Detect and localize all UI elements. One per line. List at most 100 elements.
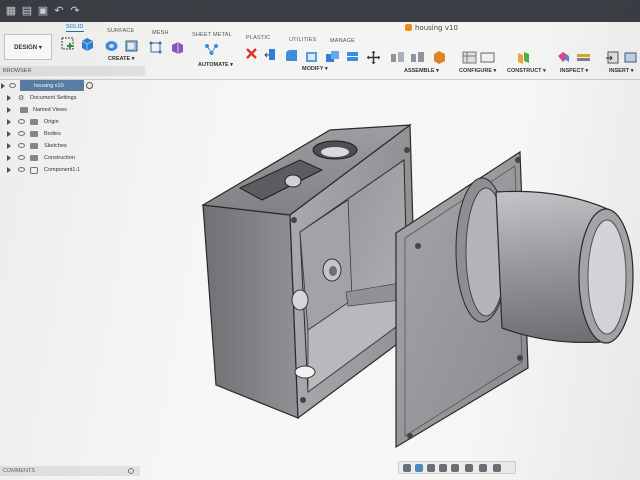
browser-root-row[interactable]: housing v10 <box>0 80 145 92</box>
tab-solid[interactable]: SOLID <box>66 24 84 32</box>
expand-icon[interactable] <box>7 107 11 113</box>
file-icon[interactable]: ▤ <box>20 4 34 18</box>
visibility-eye-icon[interactable] <box>18 155 25 160</box>
expand-icon[interactable] <box>7 119 11 125</box>
fit-icon[interactable] <box>451 464 459 472</box>
expand-icon[interactable] <box>7 131 11 137</box>
expand-icon[interactable] <box>7 167 11 173</box>
shell-icon[interactable] <box>304 49 319 64</box>
look-at-icon[interactable] <box>415 464 423 472</box>
component-icon <box>30 167 38 174</box>
save-icon[interactable]: ▣ <box>36 4 50 18</box>
group-insert[interactable]: INSERT ▾ <box>609 68 633 74</box>
tab-sheet-metal[interactable]: SHEET METAL <box>192 32 232 38</box>
browser-item-named-views[interactable]: Named Views <box>0 104 145 116</box>
insert-mesh-icon[interactable] <box>623 50 638 65</box>
visibility-eye-icon[interactable] <box>18 143 25 148</box>
offset-plane-icon[interactable] <box>517 50 532 65</box>
expand-icon[interactable] <box>1 83 5 89</box>
folder-icon <box>20 107 28 113</box>
tab-surface[interactable]: SURFACE <box>107 28 134 34</box>
pan-icon[interactable] <box>427 464 435 472</box>
split-body-icon[interactable] <box>345 49 360 64</box>
tab-utilities[interactable]: UTILITIES <box>289 37 316 43</box>
comments-panel[interactable]: COMMENTS <box>0 466 140 476</box>
group-modify-label: MODIFY <box>302 66 324 72</box>
activate-radio-icon[interactable] <box>86 82 93 89</box>
document-tab-title: housing v10 <box>415 24 458 32</box>
new-component-icon[interactable] <box>432 49 447 64</box>
display-settings-icon[interactable] <box>465 464 473 472</box>
visibility-eye-icon[interactable] <box>9 83 16 88</box>
housing-body[interactable] <box>201 123 417 420</box>
group-assemble-label: ASSEMBLE <box>404 68 435 74</box>
expand-icon[interactable] <box>7 95 11 101</box>
delete-icon[interactable] <box>244 46 259 61</box>
browser-item-label: Bodies <box>44 131 61 137</box>
orbit-icon[interactable] <box>403 464 411 472</box>
mesh-icon[interactable] <box>148 40 163 55</box>
group-construct[interactable]: CONSTRUCT ▾ <box>507 68 546 74</box>
configure-icon[interactable] <box>462 50 477 65</box>
expand-icon[interactable] <box>7 155 11 161</box>
group-automate[interactable]: AUTOMATE ▾ <box>198 62 233 68</box>
browser-item-bodies[interactable]: Bodies <box>0 128 145 140</box>
group-assemble[interactable]: ASSEMBLE ▾ <box>404 68 439 74</box>
group-modify[interactable]: MODIFY ▾ <box>302 66 328 72</box>
press-pull-icon[interactable] <box>264 47 279 62</box>
expand-icon[interactable] <box>7 143 11 149</box>
joint-icon[interactable] <box>390 50 405 65</box>
combine-icon[interactable] <box>325 49 340 64</box>
automate-icon[interactable] <box>204 42 219 57</box>
insert-derive-icon[interactable] <box>605 50 620 65</box>
workspace-switcher[interactable]: DESIGN ▾ <box>4 34 52 60</box>
root-component-label: housing v10 <box>34 83 64 89</box>
parameters-icon[interactable] <box>480 50 495 65</box>
tab-mesh[interactable]: MESH <box>152 30 169 36</box>
move-icon[interactable] <box>366 50 381 65</box>
folder-icon <box>30 119 38 125</box>
browser-item-construction[interactable]: Construction <box>0 152 145 164</box>
visibility-eye-icon[interactable] <box>18 119 25 124</box>
workspace-label: DESIGN <box>14 45 38 51</box>
browser-item-origin[interactable]: Origin <box>0 116 145 128</box>
visibility-eye-icon[interactable] <box>18 167 25 172</box>
add-comment-icon[interactable] <box>128 468 134 474</box>
folder-icon <box>30 143 38 149</box>
group-inspect[interactable]: INSPECT ▾ <box>560 68 588 74</box>
browser-item-sketches[interactable]: Sketches <box>0 140 145 152</box>
browser-item-label: Sketches <box>44 143 67 149</box>
visibility-eye-icon[interactable] <box>18 131 25 136</box>
folder-icon <box>30 155 38 161</box>
group-create[interactable]: CREATE ▾ <box>108 56 135 62</box>
browser-tree: housing v10 ⚙ Document Settings Named Vi… <box>0 80 145 176</box>
grid-icon[interactable]: ▦ <box>4 4 18 18</box>
document-tab[interactable]: housing v10 <box>405 24 458 32</box>
box-icon[interactable] <box>124 38 139 53</box>
browser-item-label: Document Settings <box>30 95 77 101</box>
browser-root[interactable]: housing v10 <box>20 80 84 91</box>
browser-title: BROWSER <box>3 68 32 74</box>
browser-item-document-settings[interactable]: ⚙ Document Settings <box>0 92 145 104</box>
browser-item-component[interactable]: Component1:1 <box>0 164 145 176</box>
section-analysis-icon[interactable] <box>576 50 591 65</box>
undo-icon[interactable]: ↶ <box>52 4 66 18</box>
new-sketch-icon[interactable] <box>60 36 75 51</box>
grid-settings-icon[interactable] <box>479 464 487 472</box>
fillet-icon[interactable] <box>284 48 299 63</box>
cover-plate-with-tube[interactable] <box>395 150 634 449</box>
tab-plastic[interactable]: PLASTIC <box>246 35 270 41</box>
zoom-icon[interactable] <box>439 464 447 472</box>
as-built-joint-icon[interactable] <box>410 50 425 65</box>
measure-icon[interactable] <box>556 50 571 65</box>
sheet-metal-icon[interactable] <box>170 40 185 55</box>
browser-header[interactable]: BROWSER <box>0 66 145 76</box>
group-insert-label: INSERT <box>609 68 630 74</box>
group-construct-label: CONSTRUCT <box>507 68 542 74</box>
redo-icon[interactable]: ↷ <box>68 4 82 18</box>
group-configure[interactable]: CONFIGURE ▾ <box>459 68 496 74</box>
revolve-icon[interactable] <box>104 38 119 53</box>
extrude-icon[interactable] <box>80 36 95 51</box>
viewports-icon[interactable] <box>493 464 501 472</box>
tab-manage[interactable]: MANAGE <box>330 38 355 44</box>
